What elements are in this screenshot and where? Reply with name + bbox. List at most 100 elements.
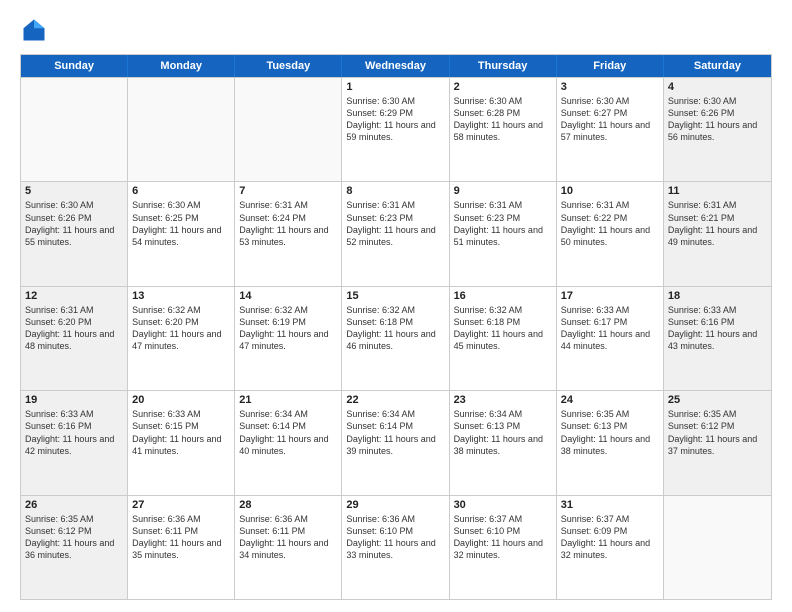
cell-info: Sunrise: 6:34 AM Sunset: 6:14 PM Dayligh… <box>239 408 337 457</box>
calendar-cell: 27 Sunrise: 6:36 AM Sunset: 6:11 PM Dayli… <box>128 496 235 599</box>
calendar-row: 5 Sunrise: 6:30 AM Sunset: 6:26 PM Daylig… <box>21 181 771 285</box>
cell-info: Sunrise: 6:35 AM Sunset: 6:13 PM Dayligh… <box>561 408 659 457</box>
weekday-header: Wednesday <box>342 55 449 77</box>
day-number: 21 <box>239 394 337 406</box>
calendar-row: 19 Sunrise: 6:33 AM Sunset: 6:16 PM Dayli… <box>21 390 771 494</box>
cell-info: Sunrise: 6:32 AM Sunset: 6:18 PM Dayligh… <box>454 304 552 353</box>
calendar-cell <box>235 78 342 181</box>
calendar-cell: 11 Sunrise: 6:31 AM Sunset: 6:21 PM Dayli… <box>664 182 771 285</box>
calendar-row: 26Sunrise: 6:35 AM Sunset: 6:12 PM Dayli… <box>21 495 771 599</box>
day-number: 13 <box>132 290 230 302</box>
calendar-row: 12Sunrise: 6:31 AM Sunset: 6:20 PM Dayli… <box>21 286 771 390</box>
cell-info: Sunrise: 6:37 AM Sunset: 6:10 PM Dayligh… <box>454 513 552 562</box>
calendar-cell: 3 Sunrise: 6:30 AM Sunset: 6:27 PM Daylig… <box>557 78 664 181</box>
calendar-cell: 12Sunrise: 6:31 AM Sunset: 6:20 PM Dayli… <box>21 287 128 390</box>
header <box>20 16 772 44</box>
day-number: 6 <box>132 185 230 197</box>
calendar-cell: 13 Sunrise: 6:32 AM Sunset: 6:20 PM Dayli… <box>128 287 235 390</box>
calendar: SundayMondayTuesdayWednesdayThursdayFrid… <box>20 54 772 600</box>
weekday-header: Friday <box>557 55 664 77</box>
weekday-header: Monday <box>128 55 235 77</box>
calendar-row: 1Sunrise: 6:30 AM Sunset: 6:29 PM Daylig… <box>21 77 771 181</box>
cell-info: Sunrise: 6:30 AM Sunset: 6:28 PM Dayligh… <box>454 95 552 144</box>
calendar-cell: 8 Sunrise: 6:31 AM Sunset: 6:23 PM Daylig… <box>342 182 449 285</box>
calendar-cell: 22 Sunrise: 6:34 AM Sunset: 6:14 PM Dayli… <box>342 391 449 494</box>
cell-info: Sunrise: 6:30 AM Sunset: 6:27 PM Dayligh… <box>561 95 659 144</box>
day-number: 7 <box>239 185 337 197</box>
day-number: 1 <box>346 81 444 93</box>
calendar-cell: 31Sunrise: 6:37 AM Sunset: 6:09 PM Dayli… <box>557 496 664 599</box>
weekday-header: Tuesday <box>235 55 342 77</box>
page: SundayMondayTuesdayWednesdayThursdayFrid… <box>0 0 792 612</box>
day-number: 29 <box>346 499 444 511</box>
day-number: 9 <box>454 185 552 197</box>
calendar-body: 1Sunrise: 6:30 AM Sunset: 6:29 PM Daylig… <box>21 77 771 599</box>
calendar-cell: 26Sunrise: 6:35 AM Sunset: 6:12 PM Dayli… <box>21 496 128 599</box>
calendar-cell: 25 Sunrise: 6:35 AM Sunset: 6:12 PM Dayli… <box>664 391 771 494</box>
calendar-cell: 19 Sunrise: 6:33 AM Sunset: 6:16 PM Dayli… <box>21 391 128 494</box>
day-number: 23 <box>454 394 552 406</box>
cell-info: Sunrise: 6:30 AM Sunset: 6:26 PM Dayligh… <box>25 199 123 248</box>
day-number: 22 <box>346 394 444 406</box>
calendar-cell: 16 Sunrise: 6:32 AM Sunset: 6:18 PM Dayli… <box>450 287 557 390</box>
day-number: 4 <box>668 81 767 93</box>
cell-info: Sunrise: 6:33 AM Sunset: 6:16 PM Dayligh… <box>668 304 767 353</box>
cell-info: Sunrise: 6:31 AM Sunset: 6:21 PM Dayligh… <box>668 199 767 248</box>
day-number: 27 <box>132 499 230 511</box>
day-number: 15 <box>346 290 444 302</box>
day-number: 14 <box>239 290 337 302</box>
cell-info: Sunrise: 6:31 AM Sunset: 6:23 PM Dayligh… <box>346 199 444 248</box>
calendar-cell <box>664 496 771 599</box>
calendar-cell: 14Sunrise: 6:32 AM Sunset: 6:19 PM Dayli… <box>235 287 342 390</box>
day-number: 5 <box>25 185 123 197</box>
day-number: 16 <box>454 290 552 302</box>
cell-info: Sunrise: 6:36 AM Sunset: 6:11 PM Dayligh… <box>239 513 337 562</box>
day-number: 19 <box>25 394 123 406</box>
calendar-cell: 6 Sunrise: 6:30 AM Sunset: 6:25 PM Daylig… <box>128 182 235 285</box>
cell-info: Sunrise: 6:34 AM Sunset: 6:14 PM Dayligh… <box>346 408 444 457</box>
calendar-cell: 17 Sunrise: 6:33 AM Sunset: 6:17 PM Dayli… <box>557 287 664 390</box>
cell-info: Sunrise: 6:34 AM Sunset: 6:13 PM Dayligh… <box>454 408 552 457</box>
calendar-cell: 24 Sunrise: 6:35 AM Sunset: 6:13 PM Dayli… <box>557 391 664 494</box>
cell-info: Sunrise: 6:31 AM Sunset: 6:20 PM Dayligh… <box>25 304 123 353</box>
cell-info: Sunrise: 6:33 AM Sunset: 6:17 PM Dayligh… <box>561 304 659 353</box>
weekday-header: Saturday <box>664 55 771 77</box>
calendar-cell: 9 Sunrise: 6:31 AM Sunset: 6:23 PM Daylig… <box>450 182 557 285</box>
cell-info: Sunrise: 6:36 AM Sunset: 6:11 PM Dayligh… <box>132 513 230 562</box>
cell-info: Sunrise: 6:32 AM Sunset: 6:20 PM Dayligh… <box>132 304 230 353</box>
day-number: 25 <box>668 394 767 406</box>
day-number: 11 <box>668 185 767 197</box>
cell-info: Sunrise: 6:36 AM Sunset: 6:10 PM Dayligh… <box>346 513 444 562</box>
calendar-cell: 5 Sunrise: 6:30 AM Sunset: 6:26 PM Daylig… <box>21 182 128 285</box>
cell-info: Sunrise: 6:32 AM Sunset: 6:18 PM Dayligh… <box>346 304 444 353</box>
day-number: 31 <box>561 499 659 511</box>
day-number: 20 <box>132 394 230 406</box>
calendar-cell: 15 Sunrise: 6:32 AM Sunset: 6:18 PM Dayli… <box>342 287 449 390</box>
calendar-cell: 18Sunrise: 6:33 AM Sunset: 6:16 PM Dayli… <box>664 287 771 390</box>
weekday-header: Thursday <box>450 55 557 77</box>
day-number: 30 <box>454 499 552 511</box>
day-number: 28 <box>239 499 337 511</box>
cell-info: Sunrise: 6:33 AM Sunset: 6:16 PM Dayligh… <box>25 408 123 457</box>
cell-info: Sunrise: 6:35 AM Sunset: 6:12 PM Dayligh… <box>25 513 123 562</box>
calendar-cell: 10Sunrise: 6:31 AM Sunset: 6:22 PM Dayli… <box>557 182 664 285</box>
calendar-cell: 4 Sunrise: 6:30 AM Sunset: 6:26 PM Daylig… <box>664 78 771 181</box>
calendar-cell: 29 Sunrise: 6:36 AM Sunset: 6:10 PM Dayli… <box>342 496 449 599</box>
day-number: 8 <box>346 185 444 197</box>
logo-icon <box>20 16 48 44</box>
day-number: 24 <box>561 394 659 406</box>
cell-info: Sunrise: 6:30 AM Sunset: 6:26 PM Dayligh… <box>668 95 767 144</box>
calendar-header: SundayMondayTuesdayWednesdayThursdayFrid… <box>21 55 771 77</box>
cell-info: Sunrise: 6:30 AM Sunset: 6:25 PM Dayligh… <box>132 199 230 248</box>
cell-info: Sunrise: 6:35 AM Sunset: 6:12 PM Dayligh… <box>668 408 767 457</box>
cell-info: Sunrise: 6:31 AM Sunset: 6:23 PM Dayligh… <box>454 199 552 248</box>
calendar-cell: 28 Sunrise: 6:36 AM Sunset: 6:11 PM Dayli… <box>235 496 342 599</box>
day-number: 2 <box>454 81 552 93</box>
day-number: 17 <box>561 290 659 302</box>
calendar-cell <box>21 78 128 181</box>
day-number: 3 <box>561 81 659 93</box>
calendar-cell: 2 Sunrise: 6:30 AM Sunset: 6:28 PM Daylig… <box>450 78 557 181</box>
calendar-cell: 21 Sunrise: 6:34 AM Sunset: 6:14 PM Dayli… <box>235 391 342 494</box>
logo <box>20 16 52 44</box>
calendar-cell: 7Sunrise: 6:31 AM Sunset: 6:24 PM Daylig… <box>235 182 342 285</box>
